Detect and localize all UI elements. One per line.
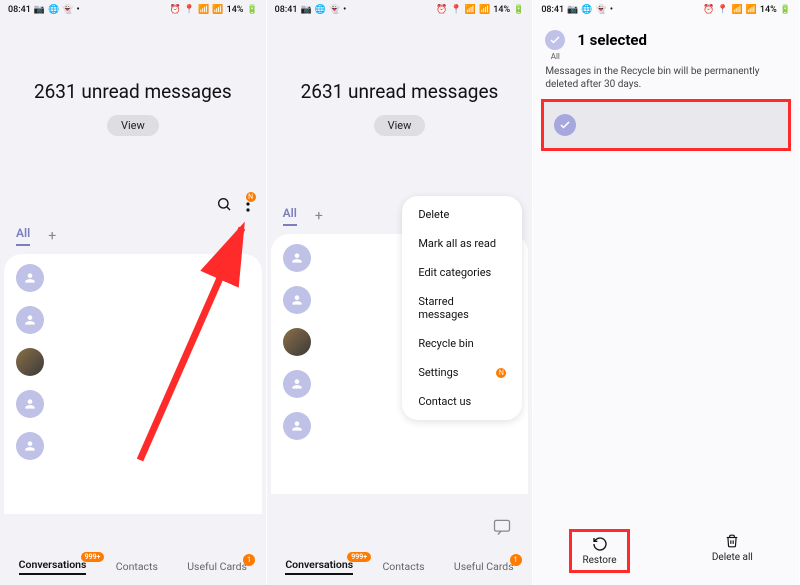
menu-starred[interactable]: Starred messages [418, 295, 506, 321]
restore-icon [592, 536, 608, 552]
tab-all[interactable]: All [16, 226, 30, 246]
trash-icon [725, 533, 739, 549]
status-battery: 14% [760, 5, 777, 15]
nav-conversations[interactable]: Conversations999+ [19, 558, 87, 575]
menu-edit-categories[interactable]: Edit categories [418, 266, 506, 279]
menu-contact-us[interactable]: Contact us [418, 395, 506, 408]
header: 2631 unread messages View [267, 20, 533, 146]
status-battery: 14% [493, 5, 510, 15]
panel-messages-menu: 08:41 📷🌐👻• ⏰📍📶📶 14%🔋 2631 unread message… [267, 0, 534, 585]
view-button[interactable]: View [374, 115, 426, 136]
bottom-nav: Conversations999+ Contacts Useful Cards1 [0, 550, 266, 585]
tab-all[interactable]: All [283, 206, 297, 226]
conversation-list [4, 254, 262, 514]
list-item[interactable] [283, 412, 311, 440]
bottom-nav: Conversations999+ Contacts Useful Cards1 [267, 550, 533, 585]
menu-settings[interactable]: SettingsN [418, 366, 506, 379]
list-item[interactable] [283, 328, 311, 356]
list-item[interactable] [16, 390, 44, 418]
add-tab-icon[interactable]: + [48, 228, 56, 244]
row-checkbox-icon[interactable] [554, 114, 576, 136]
restore-button[interactable]: Restore [569, 529, 629, 573]
selected-message-row[interactable] [541, 99, 791, 151]
delete-all-button[interactable]: Delete all [702, 529, 763, 573]
compose-icon[interactable] [492, 517, 512, 541]
search-icon[interactable] [216, 196, 232, 216]
status-time: 08:41 [8, 5, 31, 15]
badge-n: N [496, 368, 506, 378]
status-bar: 08:41 📷🌐👻• ⏰📍📶📶 14%🔋 [0, 0, 266, 20]
list-item[interactable] [283, 286, 311, 314]
action-bar: Restore Delete all [533, 521, 799, 585]
panel-recycle-bin: 08:41 📷🌐👻• ⏰📍📶📶 14%🔋 1 selected All Mess… [533, 0, 800, 585]
list-item[interactable] [283, 244, 311, 272]
view-button[interactable]: View [107, 115, 159, 136]
status-time: 08:41 [541, 5, 564, 15]
status-time: 08:41 [275, 5, 298, 15]
menu-recycle-bin[interactable]: Recycle bin [418, 337, 506, 350]
status-bar: 08:41 📷🌐👻• ⏰📍📶📶 14%🔋 [267, 0, 533, 20]
nav-useful-cards[interactable]: Useful Cards1 [187, 560, 247, 573]
more-menu-button[interactable]: N [246, 196, 250, 216]
status-bar: 08:41 📷🌐👻• ⏰📍📶📶 14%🔋 [533, 0, 799, 20]
unread-title: 2631 unread messages [277, 80, 523, 103]
panel-messages-main: 08:41 📷🌐👻• ⏰📍📶📶 14%🔋 2631 unread message… [0, 0, 267, 585]
nav-contacts[interactable]: Contacts [382, 560, 424, 573]
add-tab-icon[interactable]: + [315, 208, 323, 224]
nav-contacts[interactable]: Contacts [116, 560, 158, 573]
select-all-checkbox[interactable] [545, 30, 565, 50]
header: 2631 unread messages View [0, 20, 266, 146]
all-label: All [545, 52, 565, 61]
unread-title: 2631 unread messages [10, 80, 256, 103]
status-battery: 14% [227, 5, 244, 15]
list-item[interactable] [16, 306, 44, 334]
recycle-note: Messages in the Recycle bin will be perm… [533, 61, 799, 99]
menu-mark-read[interactable]: Mark all as read [418, 237, 506, 250]
list-item[interactable] [16, 348, 44, 376]
selection-count: 1 selected [577, 31, 647, 49]
list-item[interactable] [283, 370, 311, 398]
menu-delete[interactable]: Delete [418, 208, 506, 221]
list-item[interactable] [16, 432, 44, 460]
overflow-menu: Delete Mark all as read Edit categories … [402, 196, 522, 420]
badge-n: N [246, 192, 256, 202]
nav-conversations[interactable]: Conversations999+ [285, 558, 353, 575]
nav-useful-cards[interactable]: Useful Cards1 [454, 560, 514, 573]
list-item[interactable] [16, 264, 44, 292]
